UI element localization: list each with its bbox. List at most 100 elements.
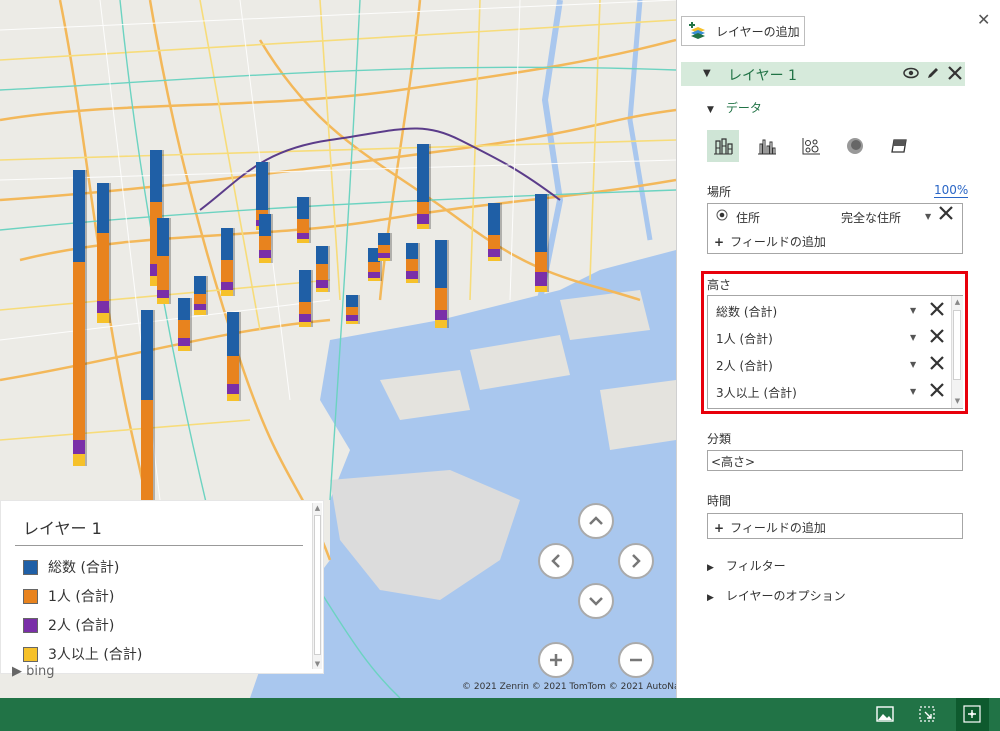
layer-pane-toggle-icon[interactable] [963,705,981,723]
plus-icon: + [714,521,725,535]
stacked-bar [535,194,547,292]
region-button[interactable] [883,130,915,162]
chevron-up-icon [589,516,603,525]
heatmap-button[interactable] [839,130,871,162]
radio-icon[interactable] [716,209,728,224]
bar-segment [535,272,547,286]
bar-segment [368,262,380,272]
dropdown-arrow-icon[interactable]: ▼ [925,212,931,221]
bar-segment [178,320,190,338]
bar-segment [435,310,447,320]
legend-item: 2人 (合計) [23,615,114,635]
map-theme-icon[interactable] [876,705,894,723]
scroll-thumb[interactable] [314,515,321,655]
location-type-select[interactable]: 完全な住所 [841,209,901,226]
bar-segment [417,144,429,202]
status-bar [0,698,1000,731]
remove-field-icon[interactable] [938,205,954,225]
pan-left-button[interactable] [538,543,574,579]
bar-segment [299,322,311,327]
bar-segment [488,249,500,257]
time-label: 時間 [707,494,732,508]
zoom-in-button[interactable] [538,642,574,678]
add-field-button[interactable]: + フィールドの追加 [714,233,826,250]
map-legend[interactable]: レイヤー 1 総数 (合計) 1人 (合計) 2人 (合計) 3人以上 (合計)… [0,500,324,674]
filters-section[interactable]: ▶ フィルター [707,557,786,574]
bar-segment [150,150,162,202]
pencil-icon[interactable] [925,65,941,85]
data-section-header[interactable]: ▼ データ [707,99,762,116]
legend-item: 1人 (合計) [23,586,114,606]
layer-name: レイヤー 1 [728,68,797,84]
map-view[interactable]: レイヤー 1 総数 (合計) 1人 (合計) 2人 (合計) 3人以上 (合計)… [0,0,676,698]
bar-segment [97,313,109,323]
pan-down-button[interactable] [578,583,614,619]
bar-segment [417,214,429,224]
bar-segment [157,290,169,298]
pan-right-button[interactable] [618,543,654,579]
add-layer-button[interactable]: レイヤーの追加 [681,16,805,46]
bar-segment [378,258,390,261]
clustered-column-button[interactable] [751,130,783,162]
delete-layer-icon[interactable] [947,65,963,85]
legend-swatch [23,559,38,575]
scroll-up-icon[interactable]: ▲ [313,503,322,513]
legend-title: レイヤー 1 [23,519,102,538]
bar-segment [368,278,380,281]
location-percent-link[interactable]: 100% [934,183,969,198]
bar-segment [316,264,328,280]
collapse-triangle-icon[interactable]: ▼ [703,68,711,79]
category-field-well[interactable]: <高さ> [707,450,963,471]
plus-icon: + [714,235,725,249]
bubble-chart-icon [802,138,820,155]
bar-segment [435,288,447,310]
bar-segment [535,252,547,272]
bar-segment [259,214,271,236]
time-field-well[interactable]: + フィールドの追加 [707,513,963,539]
bar-segment [535,194,547,252]
legend-divider [15,545,303,546]
zoom-out-button[interactable] [618,642,654,678]
legend-label: 1人 (合計) [48,589,115,605]
bar-segment [73,440,85,454]
bar-segment [435,320,447,328]
highlight-frame [701,271,968,414]
legend-label: 2人 (合計) [48,618,115,634]
add-layer-label: レイヤーの追加 [716,24,800,39]
bar-segment [157,256,169,290]
bar-segment [157,298,169,304]
pan-up-button[interactable] [578,503,614,539]
bar-segment [141,400,153,512]
bar-segment [259,258,271,263]
category-label: 分類 [707,432,732,446]
stacked-column-button[interactable] [707,130,739,162]
minus-icon [630,658,642,662]
bar-segment [157,218,169,256]
chevron-left-icon [551,554,560,568]
stacked-bar [194,276,206,315]
close-pane-button[interactable]: ✕ [977,10,990,29]
bar-segment [178,298,190,320]
bubble-button[interactable] [795,130,827,162]
layer-header[interactable]: ▼ レイヤー 1 [681,62,965,86]
legend-scrollbar[interactable]: ▲ ▼ [312,503,322,669]
stacked-bar [97,183,109,323]
bar-segment [406,243,418,259]
map-labels-icon[interactable] [918,705,936,723]
bar-segment [221,282,233,290]
scroll-down-icon[interactable]: ▼ [313,659,322,669]
bar-segment [435,240,447,288]
add-field-button[interactable]: + フィールドの追加 [714,519,826,536]
collapse-triangle-icon: ▼ [707,105,714,115]
layer-options-section[interactable]: ▶ レイヤーのオプション [707,587,846,604]
legend-label: 3人以上 (合計) [48,647,143,663]
stacked-bar [299,270,311,327]
category-value: <高さ> [711,455,756,469]
bar-segment [406,279,418,283]
stacked-bar [346,295,358,324]
stacked-bar [435,240,447,328]
eye-icon[interactable] [903,65,919,85]
bar-segment [221,228,233,260]
legend-item: 3人以上 (合計) [23,644,142,664]
bar-segment [97,233,109,301]
